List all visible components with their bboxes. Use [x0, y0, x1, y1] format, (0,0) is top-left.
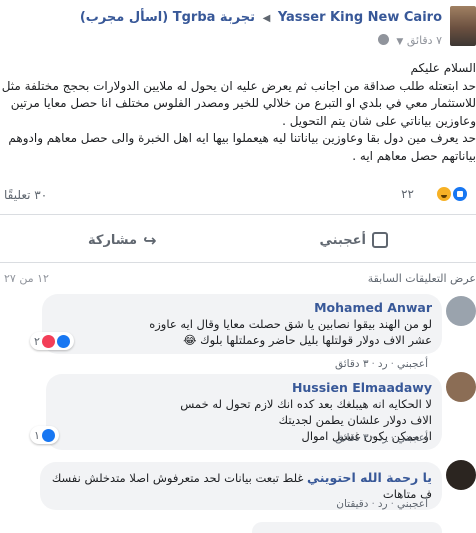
like-icon	[452, 186, 468, 202]
post-meta: ٧ دقائق ▼	[374, 34, 442, 47]
comment-actions: أعجبني·رد·٣ دقائق	[334, 358, 428, 370]
post-time[interactable]: ٧ دقائق	[407, 34, 442, 47]
comment-text-line: لا الحكايه انه هيبلغك بعد كده انك لازم ت…	[180, 397, 432, 411]
comment-like-link[interactable]: أعجبني	[397, 358, 428, 370]
comment-like-link[interactable]: أعجبني	[397, 432, 428, 444]
post-text: السلام عليكم حد ابتعتله طلب صداقة من اجا…	[0, 60, 476, 165]
view-previous-comments-link[interactable]: عرض التعليقات السابقة	[368, 272, 476, 285]
post-header: Yasser King New Cairo ◀ تجربة Tgrba (اسأ…	[80, 10, 442, 25]
commenter-avatar[interactable]	[446, 296, 476, 326]
comment-author[interactable]: Hussien Elmaadawy	[56, 380, 432, 396]
comment-actions: أعجبني·رد·٣ دقائق	[334, 432, 428, 444]
commenter-avatar[interactable]	[446, 460, 476, 490]
post-line: وعاوزين بياناتي على شان يتم التحويل .	[282, 113, 476, 128]
comment-author[interactable]: يا رحمة الله احتويني	[307, 470, 432, 485]
comments-count[interactable]: ٣٠ تعليقًا	[4, 188, 47, 202]
globe-icon	[377, 34, 389, 45]
comment-text-line: عشر الاف دولار قولتلها بليل حاضر وعملتله…	[183, 333, 432, 347]
divider	[0, 262, 476, 263]
reaction-count: ٢	[34, 334, 40, 348]
comment-time[interactable]: ٣ دقائق	[335, 358, 369, 370]
comment-text-line: لو من الهند بيقوا نصابين يا شق حصلت معاي…	[149, 317, 432, 331]
comment-time[interactable]: دقيقتان	[336, 498, 368, 510]
group-name-link[interactable]: تجربة Tgrba (اسأل مجرب)	[80, 10, 255, 25]
share-icon: ↪	[143, 230, 157, 250]
commenter-avatar[interactable]	[446, 372, 476, 402]
comment-bubble	[252, 522, 442, 533]
like-icon	[41, 428, 55, 442]
like-icon	[56, 334, 70, 348]
reaction-count[interactable]: ٢٢	[401, 187, 414, 201]
comment-like-link[interactable]: أعجبني	[397, 498, 428, 510]
comment-text-line: الاف دولار علشان يطمن لجديتك	[278, 413, 432, 427]
post-line: بياناتهم حصل معاهم ايه .	[352, 148, 476, 163]
comments-pagination: ١٢ من ٢٧	[4, 272, 49, 285]
post-author-link[interactable]: Yasser King New Cairo	[278, 10, 442, 25]
comment-bubble: Mohamed Anwar لو من الهند بيقوا نصابين ي…	[42, 294, 442, 354]
comment-reply-link[interactable]: رد	[378, 432, 388, 444]
post-line: حد يعرف مين دول بقا وعاوزين بياناتنا ليه…	[8, 131, 476, 145]
reaction-icons[interactable]	[436, 186, 468, 202]
like-button[interactable]: أعجبني	[320, 226, 388, 254]
thumb-icon	[372, 232, 388, 248]
comment-time[interactable]: ٣ دقائق	[335, 432, 369, 444]
like-label: أعجبني	[319, 232, 366, 248]
haha-icon	[436, 186, 452, 202]
post-line: للاستثمار معي في بلدي او التبرع من خلالي…	[10, 96, 476, 110]
reaction-count: ١	[34, 428, 40, 442]
share-label: مشاركة	[88, 232, 138, 248]
post-line: حد ابتعتله طلب صداقة من اجانب ثم يعرض عل…	[1, 78, 476, 93]
comment-author[interactable]: Mohamed Anwar	[52, 300, 432, 316]
love-icon	[41, 334, 55, 348]
author-avatar[interactable]	[450, 6, 476, 46]
comment-reply-link[interactable]: رد	[378, 358, 388, 370]
divider	[0, 214, 476, 215]
comment-reactions[interactable]: ١	[30, 426, 59, 444]
post-line: السلام عليكم	[410, 61, 476, 75]
comment-reactions[interactable]: ٢	[30, 332, 74, 350]
share-button[interactable]: ↪ مشاركة	[88, 226, 157, 254]
chevron-down-icon[interactable]: ▼	[396, 37, 403, 47]
comment-actions: أعجبني·رد·دقيقتان	[336, 498, 428, 510]
arrow-right-icon: ◀	[262, 13, 271, 24]
comment-reply-link[interactable]: رد	[378, 498, 388, 510]
